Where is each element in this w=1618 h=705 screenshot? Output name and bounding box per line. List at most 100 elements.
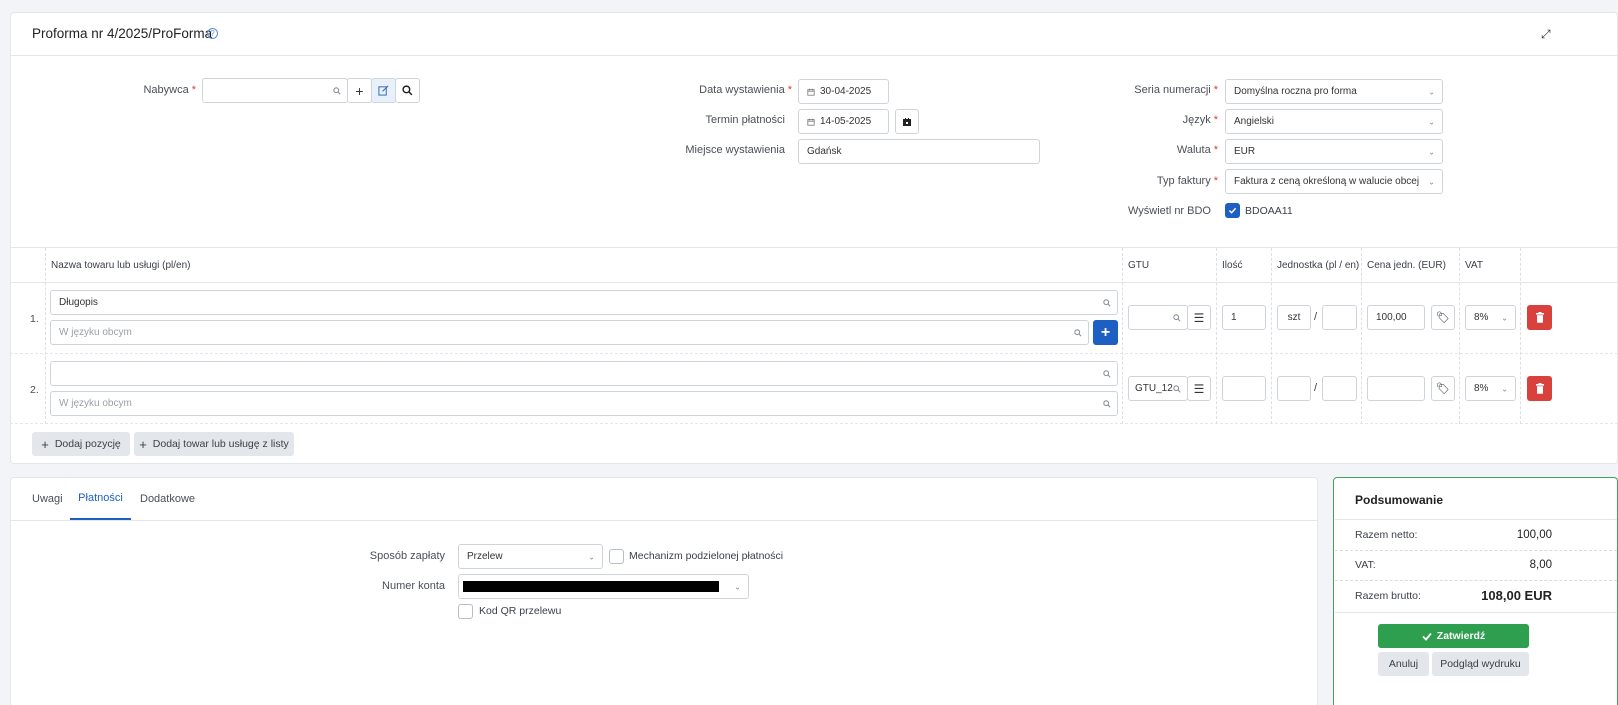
qty-input[interactable]: [1222, 376, 1266, 401]
qty-input[interactable]: 1: [1222, 305, 1266, 330]
gtu-input[interactable]: [1128, 305, 1188, 330]
price-tag-button[interactable]: 🏷: [1431, 305, 1455, 330]
tab-platnosci[interactable]: Płatności: [70, 478, 131, 520]
search-buyer-button[interactable]: [395, 78, 420, 103]
issue-date-value: 30-04-2025: [820, 86, 872, 97]
payment-method-label-text: Sposób zapłaty: [369, 550, 445, 562]
account-number-select[interactable]: ⌄: [458, 574, 749, 599]
payment-method-select[interactable]: Przelew ⌄: [458, 544, 603, 569]
vat-select[interactable]: 8% ⌄: [1465, 305, 1516, 330]
buyer-label: Nabywca *: [143, 84, 196, 96]
qr-transfer-label: Kod QR przelewu: [479, 605, 561, 617]
price-input[interactable]: 100,00: [1367, 305, 1425, 330]
series-select[interactable]: Domyślna roczna pro forma ⌄: [1225, 79, 1443, 104]
col-header-gtu-text: GTU: [1128, 259, 1150, 271]
foreign-name-placeholder: W języku obcym: [59, 327, 132, 338]
unit-pl-value: szt: [1287, 312, 1301, 323]
split-payment-checkbox[interactable]: [609, 549, 624, 564]
summary-title-text: Podsumowanie: [1355, 493, 1444, 507]
place-input[interactable]: Gdańsk: [798, 139, 1040, 164]
col-header-unit: Jednostka (pl / en): [1277, 248, 1359, 282]
net-total-label-text: Razem netto:: [1355, 529, 1418, 541]
expand-icon[interactable]: ⤢: [1541, 27, 1551, 42]
col-header-gtu: GTU: [1128, 248, 1149, 282]
chevron-down-icon: ⌄: [1428, 177, 1435, 186]
gross-total-value-text: 108,00 EUR: [1481, 588, 1552, 603]
tab-dodatkowe[interactable]: Dodatkowe: [140, 478, 195, 520]
print-preview-button[interactable]: Podgląd wydruku: [1432, 652, 1529, 676]
price-tag-button[interactable]: 🏷: [1431, 376, 1455, 401]
item-foreign-name-input[interactable]: W języku obcym: [50, 391, 1118, 416]
delete-row-button[interactable]: [1527, 376, 1552, 401]
unit-en-input[interactable]: [1322, 376, 1357, 401]
summary-divider: [1335, 612, 1617, 613]
help-icon[interactable]: ?: [207, 28, 218, 39]
due-date-input[interactable]: 14-05-2025: [798, 109, 889, 134]
invoice-type-label: Typ faktury *: [1156, 175, 1218, 187]
account-number-label: Numer konta: [340, 580, 445, 592]
add-from-list-button[interactable]: + Dodaj towar lub usługę z listy: [134, 432, 294, 456]
place-value: Gdańsk: [807, 146, 842, 157]
col-header-unit-text: Jednostka (pl / en): [1277, 259, 1360, 271]
add-position-button[interactable]: + Dodaj pozycję: [32, 432, 130, 456]
qr-transfer-checkbox[interactable]: [458, 604, 473, 619]
unit-en-input[interactable]: [1322, 305, 1357, 330]
language-select[interactable]: Angielski ⌄: [1225, 109, 1443, 134]
language-label-text: Język: [1182, 114, 1211, 126]
series-label: Seria numeracji *: [1134, 84, 1218, 96]
delete-row-button[interactable]: [1527, 305, 1552, 330]
gtu-list-button[interactable]: ☰: [1187, 305, 1211, 330]
tab-uwagi-label: Uwagi: [32, 493, 63, 505]
item-name-input[interactable]: Długopis: [50, 290, 1118, 315]
bdo-checkbox[interactable]: [1225, 203, 1240, 218]
page-title-text: Proforma nr 4/2025/ProForma: [32, 26, 213, 41]
price-value: 100,00: [1376, 312, 1407, 323]
plus-icon: +: [139, 436, 147, 452]
tab-uwagi[interactable]: Uwagi: [32, 478, 63, 520]
edit-buyer-button[interactable]: [371, 78, 396, 103]
gtu-input[interactable]: GTU_12: [1128, 376, 1188, 401]
language-label: Język *: [1182, 114, 1218, 126]
summary-title: Podsumowanie: [1355, 493, 1443, 507]
bdo-number: BDOAA11: [1245, 205, 1293, 217]
vat-total-value: 8,00: [1530, 559, 1552, 571]
price-input[interactable]: [1367, 376, 1425, 401]
row-number-text: 1.: [30, 313, 39, 325]
payment-method-value: Przelew: [467, 551, 503, 562]
column-divider: [1122, 248, 1123, 424]
gross-total-label: Razem brutto:: [1355, 590, 1421, 602]
gtu-list-button[interactable]: ☰: [1187, 376, 1211, 401]
unit-pl-input[interactable]: [1277, 376, 1311, 401]
column-divider: [1520, 248, 1521, 424]
calendar-icon: [807, 88, 815, 96]
search-icon: [1103, 370, 1111, 378]
header-divider: [10, 55, 1618, 56]
unit-pl-input[interactable]: szt: [1277, 305, 1311, 330]
trash-icon: [1535, 312, 1544, 323]
issue-date-label-text: Data wystawienia: [699, 84, 785, 96]
unit-separator: /: [1314, 311, 1318, 323]
confirm-label: Zatwierdź: [1436, 630, 1486, 642]
item-foreign-name-input[interactable]: W języku obcym: [50, 320, 1089, 345]
row-number-text: 2.: [30, 384, 39, 396]
list-icon: ☰: [1193, 310, 1205, 325]
gtu-value: GTU_12: [1135, 383, 1173, 394]
add-foreign-name-button[interactable]: +: [1093, 320, 1118, 345]
column-divider: [1459, 248, 1460, 424]
account-number-label-text: Numer konta: [382, 580, 445, 592]
currency-select[interactable]: EUR ⌄: [1225, 139, 1443, 164]
vat-select[interactable]: 8% ⌄: [1465, 376, 1516, 401]
confirm-button[interactable]: Zatwierdź: [1378, 624, 1529, 648]
invoice-type-select[interactable]: Faktura z ceną określoną w walucie obcej…: [1225, 169, 1443, 194]
add-buyer-button[interactable]: +: [347, 78, 372, 103]
row-number: 2.: [30, 384, 39, 396]
redacted-account-number: [463, 581, 719, 592]
buyer-input[interactable]: [202, 78, 348, 103]
summary-divider: [1335, 550, 1617, 551]
cancel-button[interactable]: Anuluj: [1378, 652, 1429, 676]
net-total-label: Razem netto:: [1355, 529, 1417, 541]
issue-date-input[interactable]: 30-04-2025: [798, 79, 889, 104]
chevron-down-icon: ⌄: [588, 552, 595, 561]
due-date-picker-button[interactable]: [895, 109, 919, 134]
item-name-input[interactable]: [50, 361, 1118, 386]
